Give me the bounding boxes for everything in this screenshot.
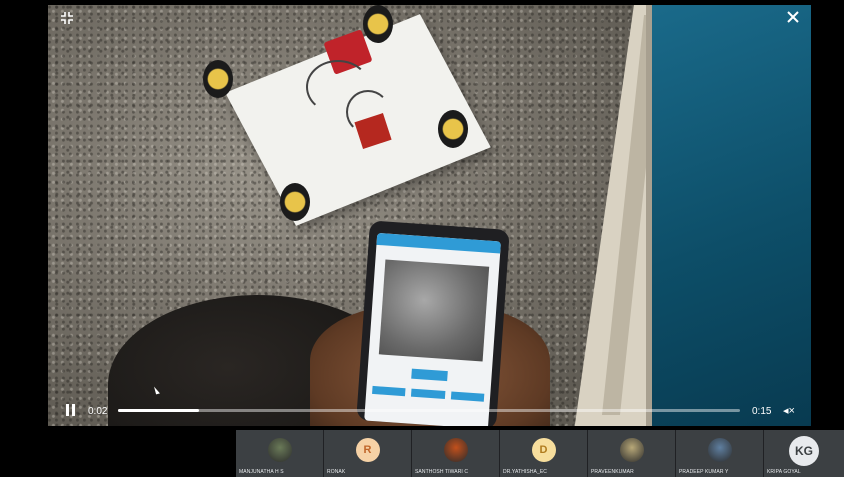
avatar: D (531, 438, 556, 462)
avatar (707, 438, 732, 462)
seek-progress (118, 409, 199, 412)
elapsed-time: 0:02 (88, 406, 108, 417)
avatar: KG (789, 436, 819, 466)
participant-tile[interactable]: R RONAK (324, 430, 412, 477)
participant-tile[interactable]: KG KRIPA GOYAL (764, 430, 844, 477)
close-icon[interactable] (786, 10, 800, 28)
avatar (267, 438, 292, 462)
participants-strip: MANJUNATHA H S R RONAK SANTHOSH TIWARI C D Dr… (236, 430, 844, 477)
participant-name: MANJUNATHA H S (239, 469, 284, 475)
participant-tile[interactable]: SANTHOSH TIWARI C (412, 430, 500, 477)
phone-app-bar (376, 232, 501, 254)
participant-tile[interactable]: D Dr.YATHISHA_EC (500, 430, 588, 477)
shared-video[interactable] (48, 5, 811, 426)
wheel (280, 183, 310, 221)
participant-name: Dr.YATHISHA_EC (503, 469, 547, 475)
wire (346, 90, 390, 134)
participant-name: PRADEEP KUMAR Y (679, 469, 729, 475)
wheel (438, 110, 468, 148)
volume-muted-icon[interactable]: ◂× (783, 404, 795, 417)
door (646, 5, 811, 426)
avatar: R (355, 438, 380, 462)
phone-camera-preview (378, 259, 490, 362)
exit-fullscreen-icon[interactable] (60, 11, 74, 29)
avatar (443, 438, 468, 462)
participant-tile[interactable]: PRAVEENKUMAR (588, 430, 676, 477)
wheel (203, 60, 233, 98)
participant-name: PRAVEENKUMAR (591, 469, 634, 475)
participant-name: SANTHOSH TIWARI C (415, 469, 469, 475)
participant-name: KRIPA GOYAL (767, 469, 801, 475)
avatar (619, 438, 644, 462)
participant-tile[interactable]: PRADEEP KUMAR Y (676, 430, 764, 477)
participant-tile[interactable]: MANJUNATHA H S (236, 430, 324, 477)
seek-bar[interactable] (118, 409, 740, 412)
pause-icon[interactable] (66, 404, 76, 416)
playback-controls: 0:02 0:15 ◂× (48, 396, 811, 426)
duration-time: 0:15 (752, 406, 772, 417)
wheel (363, 5, 393, 43)
participant-name: RONAK (327, 469, 346, 475)
